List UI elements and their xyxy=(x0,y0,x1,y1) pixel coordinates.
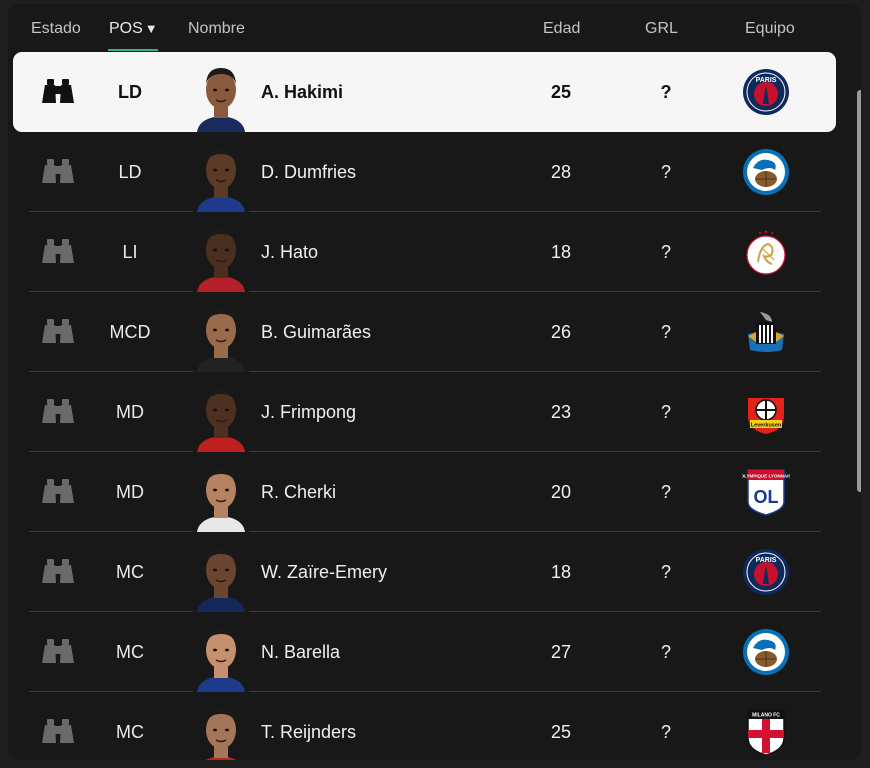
player-age: 23 xyxy=(550,401,572,422)
player-row[interactable]: LI J. Hato 18? xyxy=(29,212,821,292)
table-header: Estado POS ▼ Nombre Edad GRL Equipo xyxy=(8,4,861,52)
player-row[interactable]: MC W. Zaïre-Emery 18? PARIS xyxy=(29,532,821,612)
player-overall: ? xyxy=(660,81,672,102)
player-overall: ? xyxy=(660,241,671,262)
player-overall: ? xyxy=(660,321,671,342)
player-photo xyxy=(191,532,251,612)
player-row[interactable]: MD J. Frimpong 23? Leverkusen xyxy=(29,372,821,452)
player-age: 27 xyxy=(550,641,572,662)
column-header-pos-label: POS xyxy=(109,20,143,37)
active-sort-underline xyxy=(108,49,158,51)
psg-crest-icon: PARIS xyxy=(741,532,791,612)
svg-text:MILANO FC: MILANO FC xyxy=(752,713,780,719)
player-photo xyxy=(191,212,251,292)
psg-crest-icon: PARIS xyxy=(741,52,791,132)
player-position: MCD xyxy=(109,321,151,342)
newcastle-crest-icon xyxy=(741,292,791,372)
player-age: 25 xyxy=(550,721,572,742)
player-name: R. Cherki xyxy=(261,481,337,502)
scout-binoculars-icon[interactable] xyxy=(38,292,78,372)
column-header-edad[interactable]: Edad xyxy=(543,20,580,38)
player-position: LI xyxy=(122,241,138,262)
player-photo xyxy=(191,612,251,692)
player-row[interactable]: MD R. Cherki 20? OLYMPIQUE LYONNAIS OL xyxy=(29,452,821,532)
svg-text:PARIS: PARIS xyxy=(756,557,777,564)
player-row[interactable]: MC N. Barella 27? xyxy=(29,612,821,692)
player-name: J. Frimpong xyxy=(261,401,357,422)
scout-binoculars-icon[interactable] xyxy=(38,52,78,132)
player-row[interactable]: LD A. Hakimi 25? PARIS xyxy=(13,52,836,132)
player-overall: ? xyxy=(660,161,671,182)
player-position: LD xyxy=(118,81,142,102)
scout-binoculars-icon[interactable] xyxy=(38,532,78,612)
player-row[interactable]: MC T. Reijnders 25? MILANO FC xyxy=(29,692,821,760)
scrollbar[interactable] xyxy=(857,90,861,730)
column-header-nombre[interactable]: Nombre xyxy=(188,20,245,38)
svg-text:OL: OL xyxy=(754,487,779,507)
scout-binoculars-icon[interactable] xyxy=(38,212,78,292)
player-position: LD xyxy=(118,161,142,182)
column-header-estado[interactable]: Estado xyxy=(31,20,81,38)
svg-text:PARIS: PARIS xyxy=(756,77,777,84)
milan-crest-icon: MILANO FC xyxy=(741,692,791,760)
leverkusen-crest-icon: Leverkusen xyxy=(741,372,791,452)
player-age: 28 xyxy=(550,161,572,182)
scout-binoculars-icon[interactable] xyxy=(38,692,78,760)
lyon-crest-icon: OLYMPIQUE LYONNAIS OL xyxy=(741,452,791,532)
scout-binoculars-icon[interactable] xyxy=(38,132,78,212)
player-name: B. Guimarães xyxy=(261,321,372,342)
svg-text:OLYMPIQUE LYONNAIS: OLYMPIQUE LYONNAIS xyxy=(742,474,790,479)
player-overall: ? xyxy=(660,481,671,502)
player-name: W. Zaïre-Emery xyxy=(261,561,388,582)
player-overall: ? xyxy=(660,641,671,662)
player-age: 20 xyxy=(550,481,572,502)
player-photo xyxy=(191,372,251,452)
scrollbar-thumb[interactable] xyxy=(857,90,861,492)
player-name: N. Barella xyxy=(261,641,341,662)
player-age: 26 xyxy=(550,321,572,342)
player-age: 18 xyxy=(550,241,572,262)
column-header-grl[interactable]: GRL xyxy=(645,20,678,38)
player-age: 25 xyxy=(550,81,572,102)
player-position: MD xyxy=(116,401,144,422)
player-name: J. Hato xyxy=(261,241,319,262)
player-overall: ? xyxy=(660,401,671,422)
player-age: 18 xyxy=(550,561,572,582)
player-photo xyxy=(191,132,251,212)
sort-desc-icon: ▼ xyxy=(144,21,158,36)
ajax-crest-icon xyxy=(741,212,791,292)
scout-binoculars-icon[interactable] xyxy=(38,612,78,692)
svg-text:Leverkusen: Leverkusen xyxy=(751,423,782,429)
player-row[interactable]: MCD B. Guimarães 26? xyxy=(29,292,821,372)
inter-crest-icon xyxy=(741,132,791,212)
player-name: A. Hakimi xyxy=(261,81,344,102)
player-photo xyxy=(191,452,251,532)
player-overall: ? xyxy=(660,561,671,582)
player-overall: ? xyxy=(660,721,671,742)
scout-binoculars-icon[interactable] xyxy=(38,372,78,452)
column-header-equipo[interactable]: Equipo xyxy=(745,20,795,38)
player-name: T. Reijnders xyxy=(261,721,357,742)
player-position: MC xyxy=(116,641,144,662)
player-name: D. Dumfries xyxy=(261,161,357,182)
player-photo xyxy=(191,52,251,132)
inter-crest-icon xyxy=(741,612,791,692)
player-photo xyxy=(191,292,251,372)
player-list-panel: Estado POS ▼ Nombre Edad GRL Equipo LD A. … xyxy=(8,4,861,760)
player-photo xyxy=(191,692,251,760)
column-header-pos[interactable]: POS ▼ xyxy=(109,20,158,38)
scout-binoculars-icon[interactable] xyxy=(38,452,78,532)
player-position: MC xyxy=(116,721,144,742)
player-position: MC xyxy=(116,561,144,582)
player-row[interactable]: LD D. Dumfries 28? xyxy=(29,132,821,212)
player-position: MD xyxy=(116,481,144,502)
